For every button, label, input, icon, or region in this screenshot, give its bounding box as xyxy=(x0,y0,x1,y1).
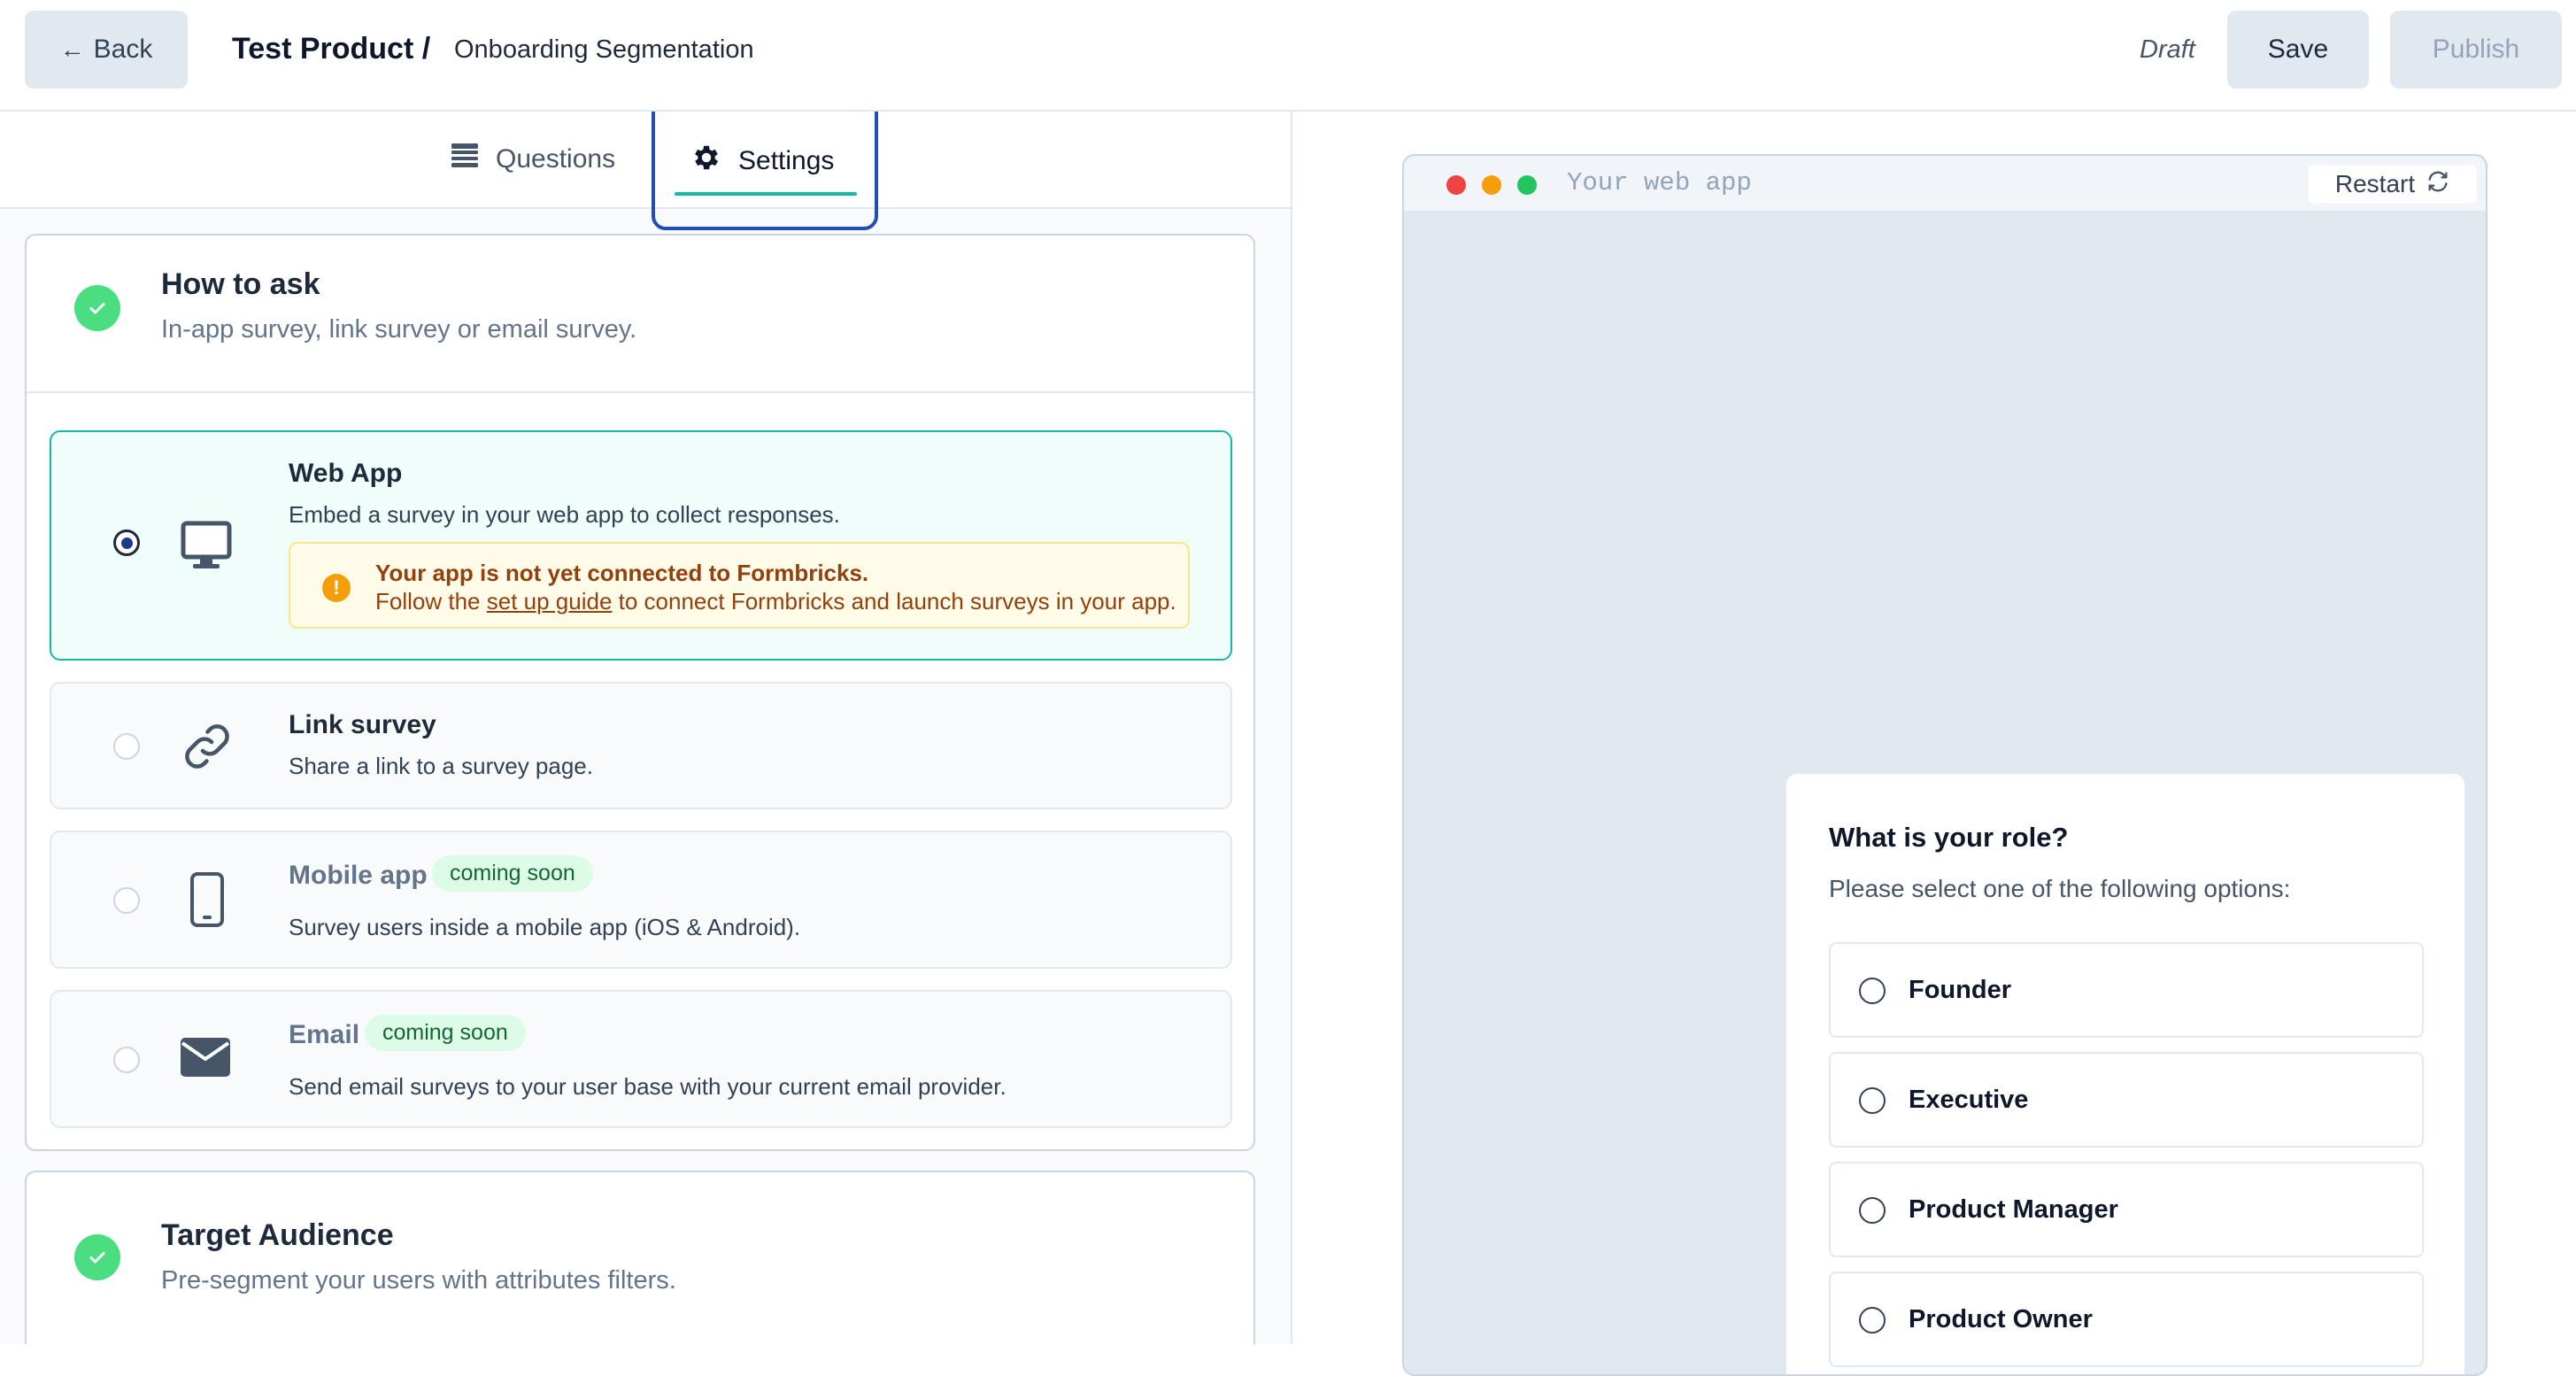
tab-questions-label: Questions xyxy=(496,144,616,174)
refresh-icon xyxy=(2426,169,2450,200)
arrow-left-icon: ← xyxy=(59,35,85,63)
mail-icon xyxy=(179,1036,232,1083)
choice-label: Executive xyxy=(1909,1086,2029,1114)
option-mobile-app: Mobile app coming soon Survey users insi… xyxy=(50,831,1232,969)
check-circle-icon xyxy=(74,285,120,331)
target-audience-subtitle: Pre-segment your users with attributes f… xyxy=(161,1266,676,1295)
divider xyxy=(27,391,1253,393)
link-survey-description: Share a link to a survey page. xyxy=(289,753,593,779)
web-app-title: Web App xyxy=(289,459,403,488)
warning-title: Your app is not yet connected to Formbri… xyxy=(375,560,869,586)
survey-question: What is your role? xyxy=(1829,822,2069,853)
tab-settings-focus-ring: Settings xyxy=(652,112,878,230)
link-survey-title: Link survey xyxy=(289,710,436,739)
option-web-app[interactable]: Web App Embed a survey in your web app t… xyxy=(50,430,1232,661)
survey-name[interactable]: Onboarding Segmentation xyxy=(454,35,754,65)
list-icon xyxy=(450,142,480,177)
browser-url: Your web app xyxy=(1567,168,1752,197)
mobile-app-radio[interactable] xyxy=(113,887,140,914)
choice-label: Founder xyxy=(1909,976,2011,1004)
survey-subheader: Please select one of the following optio… xyxy=(1829,875,2291,902)
restart-label: Restart xyxy=(2334,170,2416,197)
back-button-label: Back xyxy=(93,35,153,64)
browser-toolbar: Your web app Restart xyxy=(1404,156,2486,211)
email-title: Email xyxy=(289,1020,360,1049)
top-bar: ← Back Test Product / Onboarding Segment… xyxy=(0,0,2576,112)
gear-icon xyxy=(690,142,722,181)
target-audience-card[interactable]: Target Audience Pre-segment your users w… xyxy=(25,1171,1255,1344)
tab-settings[interactable]: Settings xyxy=(690,142,834,181)
choice-option[interactable]: Executive xyxy=(1829,1052,2424,1148)
target-audience-title: Target Audience xyxy=(161,1218,394,1252)
option-email: Email coming soon Send email surveys to … xyxy=(50,990,1232,1128)
mobile-app-description: Survey users inside a mobile app (iOS & … xyxy=(289,914,801,940)
back-button[interactable]: ← Back xyxy=(25,11,188,89)
how-to-ask-title[interactable]: How to ask xyxy=(161,267,320,302)
editor-panel: Questions Settings How to ask In-app sur… xyxy=(0,112,1292,1344)
warning-prefix: Follow the xyxy=(375,588,487,615)
choice-label: Product Owner xyxy=(1909,1305,2093,1333)
survey-preview-card: What is your role? Please select one of … xyxy=(1785,772,2466,1374)
preview-panel: Your web app Restart What is your role? … xyxy=(1292,112,2576,1376)
coming-soon-badge: coming soon xyxy=(432,855,593,892)
warning-text: Follow the set up guide to connect Formb… xyxy=(375,588,1176,615)
warning-suffix: to connect Formbricks and launch surveys… xyxy=(612,588,1176,615)
active-tab-indicator xyxy=(675,192,857,196)
link-survey-radio[interactable] xyxy=(113,733,140,760)
choice-label: Product Manager xyxy=(1909,1195,2118,1224)
web-app-radio[interactable] xyxy=(113,530,140,556)
setup-guide-link[interactable]: set up guide xyxy=(487,588,613,615)
tab-settings-label: Settings xyxy=(738,146,835,175)
choice-option[interactable]: Founder xyxy=(1829,942,2424,1038)
check-circle-icon xyxy=(74,1234,120,1280)
choice-option[interactable]: Product Manager xyxy=(1829,1162,2424,1257)
email-radio[interactable] xyxy=(113,1047,140,1073)
minimize-dot-icon xyxy=(1482,175,1501,195)
link-icon xyxy=(181,719,234,778)
save-button[interactable]: Save xyxy=(2227,11,2369,89)
web-app-description: Embed a survey in your web app to collec… xyxy=(289,501,840,528)
publish-button[interactable]: Publish xyxy=(2390,11,2562,89)
how-to-ask-subtitle: In-app survey, link survey or email surv… xyxy=(161,315,637,344)
connection-warning: ! Your app is not yet connected to Formb… xyxy=(289,542,1190,629)
mobile-app-title: Mobile app xyxy=(289,861,428,890)
monitor-icon xyxy=(181,521,232,575)
browser-mockup: Your web app Restart What is your role? … xyxy=(1402,154,2487,1376)
status-label: Draft xyxy=(2140,35,2195,64)
maximize-dot-icon xyxy=(1517,175,1537,195)
phone-icon xyxy=(189,871,225,932)
editor-tabs: Questions Settings xyxy=(0,112,1291,230)
product-name: Test Product / xyxy=(232,32,431,66)
choice-option[interactable]: Product Owner xyxy=(1829,1272,2424,1367)
choice-radio[interactable] xyxy=(1859,978,1886,1004)
restart-button[interactable]: Restart xyxy=(2309,165,2477,204)
choice-radio[interactable] xyxy=(1859,1197,1886,1224)
choice-radio[interactable] xyxy=(1859,1087,1886,1114)
exclamation-icon: ! xyxy=(322,574,351,602)
option-link-survey[interactable]: Link survey Share a link to a survey pag… xyxy=(50,682,1232,809)
how-to-ask-card: How to ask In-app survey, link survey or… xyxy=(25,234,1255,1151)
tab-questions[interactable]: Questions xyxy=(450,142,615,177)
email-description: Send email surveys to your user base wit… xyxy=(289,1073,1006,1100)
coming-soon-badge: coming soon xyxy=(365,1015,526,1051)
choice-radio[interactable] xyxy=(1859,1307,1886,1333)
close-dot-icon xyxy=(1446,175,1466,195)
